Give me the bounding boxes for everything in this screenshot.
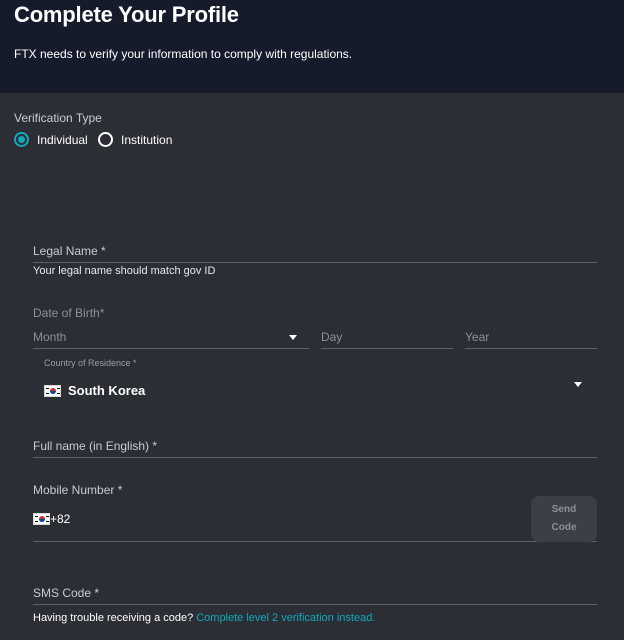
level-2-verification-link[interactable]: Complete level 2 verification instead. (196, 612, 375, 624)
send-code-label-line1: Send (551, 504, 577, 515)
dob-label: Date of Birth* (33, 306, 105, 320)
trouble-text: Having trouble receiving a code? (33, 612, 194, 624)
send-code-label-line2: Code (551, 522, 577, 533)
verification-type-label: Verification Type (14, 111, 102, 125)
chevron-down-icon[interactable] (574, 382, 582, 387)
dob-day-underline (321, 348, 453, 349)
full-name-label: Full name (in English) * (33, 439, 158, 453)
dob-month-select[interactable]: Month (33, 330, 66, 344)
country-label: Country of Residence * (44, 358, 137, 368)
page-title: Complete Your Profile (14, 2, 239, 27)
legal-name-helper: Your legal name should match gov ID (33, 265, 216, 277)
radio-individual-label: Individual (37, 132, 88, 147)
sms-code-label: SMS Code * (33, 586, 100, 600)
send-code-button[interactable]: Send Code (531, 496, 597, 542)
radio-unchecked-icon[interactable] (98, 132, 113, 147)
page-header: Complete Your Profile FTX needs to verif… (0, 0, 624, 93)
south-korea-flag-icon[interactable] (33, 513, 50, 525)
radio-institution[interactable]: Institution (98, 132, 172, 147)
legal-name-input[interactable] (33, 262, 597, 263)
radio-individual[interactable]: Individual (14, 132, 88, 147)
dial-code: +82 (50, 512, 71, 526)
radio-institution-label: Institution (121, 132, 173, 147)
south-korea-flag-icon (44, 385, 61, 397)
full-name-input[interactable] (33, 457, 597, 458)
dob-month-underline (33, 348, 309, 349)
sms-code-input[interactable] (33, 604, 597, 605)
legal-name-label: Legal Name * (33, 244, 106, 258)
trouble-text-row: Having trouble receiving a code? Complete… (33, 612, 375, 624)
dob-day-input[interactable]: Day (321, 330, 342, 344)
country-select[interactable]: South Korea (68, 383, 145, 398)
chevron-down-icon[interactable] (289, 335, 297, 340)
radio-checked-icon[interactable] (14, 132, 29, 147)
dob-year-underline (465, 348, 597, 349)
dob-year-input[interactable]: Year (465, 330, 489, 344)
mobile-input[interactable] (33, 541, 597, 542)
mobile-label: Mobile Number * (33, 483, 123, 497)
page-subtitle: FTX needs to verify your information to … (14, 47, 353, 61)
